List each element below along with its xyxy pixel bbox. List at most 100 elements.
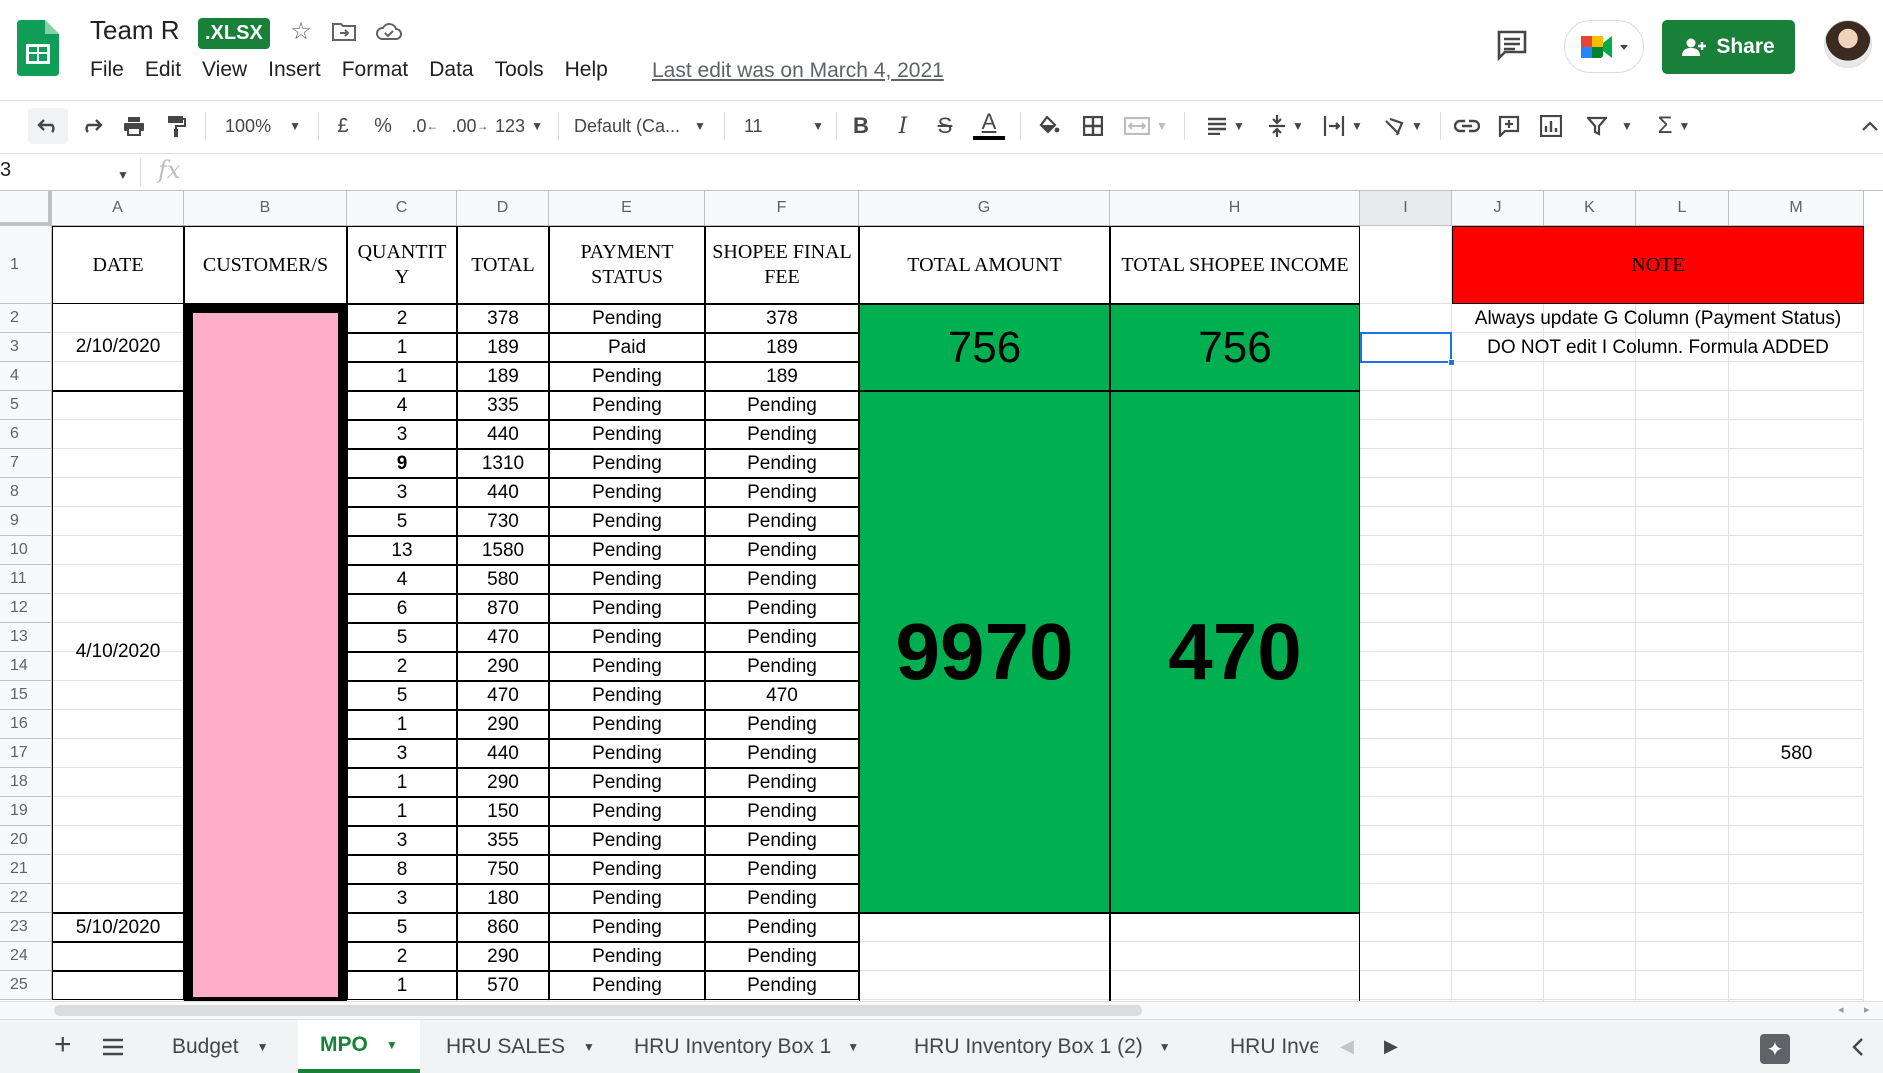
menu-insert[interactable]: Insert [268,58,321,82]
payment-status-cell[interactable]: Pending [549,942,705,971]
shopee-fee-cell[interactable]: Pending [705,884,859,913]
row-header-15[interactable]: 15 [0,681,52,710]
row-header-24[interactable]: 24 [0,942,52,971]
move-folder-icon[interactable] [329,16,359,46]
total-cell[interactable]: 180 [457,884,549,913]
row-header-17[interactable]: 17 [0,739,52,768]
row-header-21[interactable]: 21 [0,855,52,884]
header-payment-status[interactable]: PAYMENT STATUS [549,226,705,304]
undo-icon[interactable] [28,108,68,144]
row-header-18[interactable]: 18 [0,768,52,797]
row-header-20[interactable]: 20 [0,826,52,855]
note-header[interactable]: NOTE [1452,226,1864,304]
font-size-select[interactable]: 11 ▼ [744,108,824,144]
row-header-3[interactable]: 3 [0,333,52,362]
date-cell-a5[interactable]: 4/10/2020 [52,391,184,913]
qty-cell[interactable]: 4 [347,391,457,420]
total-cell[interactable]: 870 [457,594,549,623]
print-icon[interactable] [114,108,154,144]
shopee-fee-cell[interactable]: Pending [705,391,859,420]
qty-cell[interactable]: 5 [347,913,457,942]
payment-status-cell[interactable]: Pending [549,594,705,623]
payment-status-cell[interactable]: Pending [549,565,705,594]
sheet-tab-budget[interactable]: Budget ▼ [150,1020,290,1073]
payment-status-cell[interactable]: Pending [549,739,705,768]
select-all-corner[interactable] [0,191,52,226]
qty-cell[interactable]: 3 [347,884,457,913]
vertical-align-icon[interactable]: ▼ [1262,108,1310,144]
shopee-fee-cell[interactable]: Pending [705,623,859,652]
qty-cell[interactable]: 6 [347,594,457,623]
payment-status-cell[interactable]: Pending [549,507,705,536]
date-cell-a23[interactable]: 5/10/2020 [52,913,184,942]
column-header-f[interactable]: F [705,191,859,226]
all-sheets-icon[interactable] [103,1038,123,1061]
payment-status-cell[interactable]: Pending [549,478,705,507]
sheets-logo-icon[interactable] [17,20,59,76]
total-cell[interactable]: 150 [457,797,549,826]
payment-status-cell[interactable]: Pending [549,797,705,826]
total-cell[interactable]: 290 [457,768,549,797]
row-header-8[interactable]: 8 [0,478,52,507]
chevron-down-icon[interactable]: ▼ [117,168,129,182]
total-amount-group-1[interactable]: 756 [859,304,1110,391]
insert-comment-icon[interactable] [1492,108,1526,144]
row-header-16[interactable]: 16 [0,710,52,739]
qty-cell[interactable]: 1 [347,797,457,826]
increase-decimal-button[interactable]: .00 → [450,108,490,144]
qty-cell[interactable]: 5 [347,507,457,536]
shopee-fee-cell[interactable]: Pending [705,855,859,884]
sheet-tab-mpo[interactable]: MPO ▼ [298,1020,420,1073]
menu-format[interactable]: Format [342,58,409,82]
sheet-tab-hru-inventory-box-1[interactable]: HRU Inventory Box 1 ▼ [614,1020,884,1073]
total-cell[interactable]: 355 [457,826,549,855]
shopee-fee-cell[interactable]: 378 [705,304,859,333]
borders-icon[interactable] [1076,108,1110,144]
text-color-button[interactable]: A [972,108,1006,144]
qty-cell[interactable]: 4 [347,565,457,594]
shopee-fee-cell[interactable]: Pending [705,768,859,797]
fill-color-icon[interactable] [1032,108,1066,144]
shopee-fee-cell[interactable]: Pending [705,478,859,507]
comments-icon[interactable] [1495,28,1529,62]
more-formats-select[interactable]: 123 ▼ [494,108,544,144]
total-cell[interactable]: 860 [457,913,549,942]
total-cell[interactable]: 290 [457,942,549,971]
star-icon[interactable]: ☆ [286,16,316,46]
shopee-fee-cell[interactable]: 189 [705,333,859,362]
payment-status-cell[interactable]: Pending [549,710,705,739]
total-shopee-income-group-3[interactable] [1110,913,1360,1001]
row-header-5[interactable]: 5 [0,391,52,420]
merge-cells-icon[interactable]: ▼ [1120,108,1172,144]
row-header-10[interactable]: 10 [0,536,52,565]
cell-m17[interactable]: 580 [1729,739,1864,768]
row-header-22[interactable]: 22 [0,884,52,913]
horizontal-align-icon[interactable]: ▼ [1200,108,1252,144]
row-header-7[interactable]: 7 [0,449,52,478]
total-cell[interactable]: 1580 [457,536,549,565]
menu-edit[interactable]: Edit [145,58,181,82]
spreadsheet-grid[interactable]: ABCDEFGHIJKLM 1 2 3 4 5 6 7 8 9 10 11 12 13 14 15 16 17 1… [0,191,1883,1001]
fill-handle[interactable] [1448,359,1455,366]
total-cell[interactable]: 440 [457,420,549,449]
total-cell[interactable]: 189 [457,362,549,391]
row-header-9[interactable]: 9 [0,507,52,536]
menu-help[interactable]: Help [565,58,608,82]
total-shopee-income-group-2[interactable]: 470 [1110,391,1360,913]
row-header-19[interactable]: 19 [0,797,52,826]
shopee-fee-cell[interactable]: Pending [705,797,859,826]
total-cell[interactable]: 440 [457,478,549,507]
column-header-j[interactable]: J [1452,191,1544,226]
payment-status-cell[interactable]: Pending [549,855,705,884]
note-line-1[interactable]: Always update G Column (Payment Status) [1452,304,1864,333]
paint-format-icon[interactable] [156,108,196,144]
menu-file[interactable]: File [90,58,124,82]
name-box[interactable]: 3 [0,159,130,182]
column-header-c[interactable]: C [347,191,457,226]
scrollbar-thumb[interactable] [54,1005,1142,1016]
zoom-select[interactable]: 100% ▼ [222,108,304,144]
bold-button[interactable]: B [846,108,876,144]
total-shopee-income-group-1[interactable]: 756 [1110,304,1360,391]
row-header-13[interactable]: 13 [0,623,52,652]
shopee-fee-cell[interactable]: 189 [705,362,859,391]
